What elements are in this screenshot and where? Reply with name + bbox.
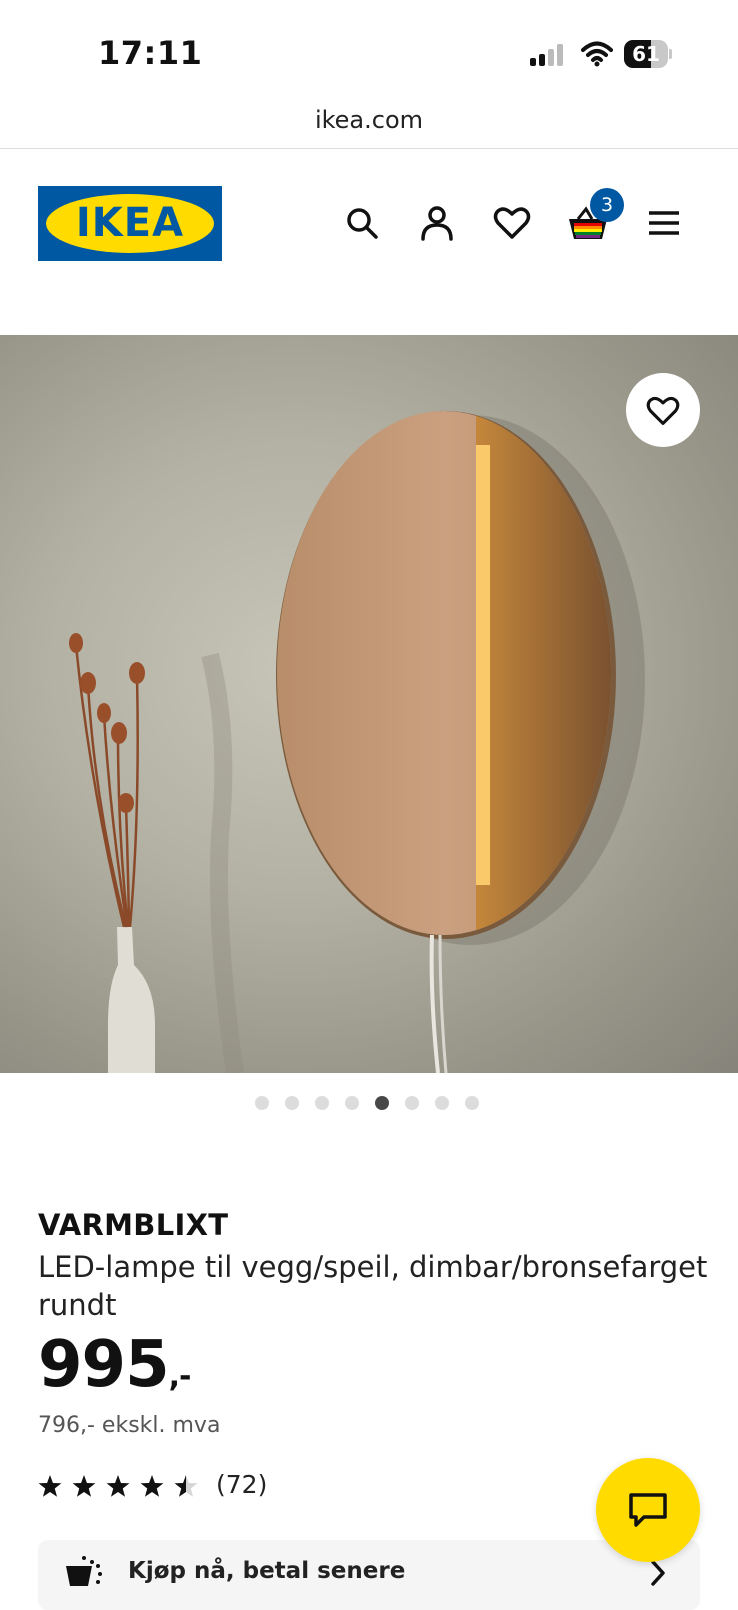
- battery-level: 61: [632, 42, 660, 66]
- chat-icon: [629, 1493, 667, 1527]
- search-icon[interactable]: [342, 203, 382, 243]
- star-icon: [140, 1475, 164, 1497]
- address-bar-url[interactable]: ikea.com: [0, 106, 738, 134]
- carousel-dot[interactable]: [285, 1096, 299, 1110]
- heart-icon: [646, 396, 680, 425]
- rating-count[interactable]: (72): [216, 1470, 267, 1499]
- status-time: 17:11: [98, 34, 203, 72]
- wifi-icon: [581, 41, 613, 67]
- menu-icon[interactable]: [644, 203, 684, 243]
- chevron-right-icon: [651, 1560, 665, 1586]
- carousel-dot-active[interactable]: [375, 1096, 389, 1110]
- rating-stars[interactable]: [38, 1470, 203, 1504]
- heart-icon[interactable]: [492, 203, 532, 243]
- image-carousel-indicator: [255, 1096, 495, 1110]
- star-icon: [72, 1475, 96, 1497]
- chat-button[interactable]: [596, 1458, 700, 1562]
- product-description: LED-lampe til vegg/speil, dimbar/bronsef…: [38, 1250, 708, 1322]
- star-icon: [38, 1475, 62, 1497]
- carousel-dot[interactable]: [345, 1096, 359, 1110]
- star-icon: [174, 1475, 198, 1497]
- star-icon: [106, 1475, 130, 1497]
- carousel-dot[interactable]: [315, 1096, 329, 1110]
- ikea-logo[interactable]: IKEA: [38, 186, 222, 261]
- carousel-dot[interactable]: [405, 1096, 419, 1110]
- price-excluding-vat: 796,- ekskl. mva: [38, 1413, 221, 1438]
- cellular-signal-icon: [530, 44, 563, 66]
- product-price: 995,-: [38, 1328, 192, 1412]
- cart-count-badge: 3: [590, 188, 624, 222]
- battery-icon: 61: [624, 40, 672, 68]
- account-icon[interactable]: [417, 203, 457, 243]
- product-name[interactable]: VARMBLIXT: [38, 1208, 228, 1242]
- price-suffix: ,-: [168, 1359, 192, 1394]
- shopping-cart-icon: [66, 1556, 102, 1586]
- carousel-dot[interactable]: [255, 1096, 269, 1110]
- product-photo-illustration: [69, 411, 645, 1073]
- carousel-dot[interactable]: [435, 1096, 449, 1110]
- divider: [0, 148, 738, 149]
- add-to-wishlist-button[interactable]: [626, 373, 700, 447]
- bnpl-label: Kjøp nå, betal senere: [128, 1558, 406, 1584]
- price-value: 995: [38, 1328, 170, 1402]
- carousel-dot[interactable]: [465, 1096, 479, 1110]
- product-image[interactable]: [0, 335, 738, 1073]
